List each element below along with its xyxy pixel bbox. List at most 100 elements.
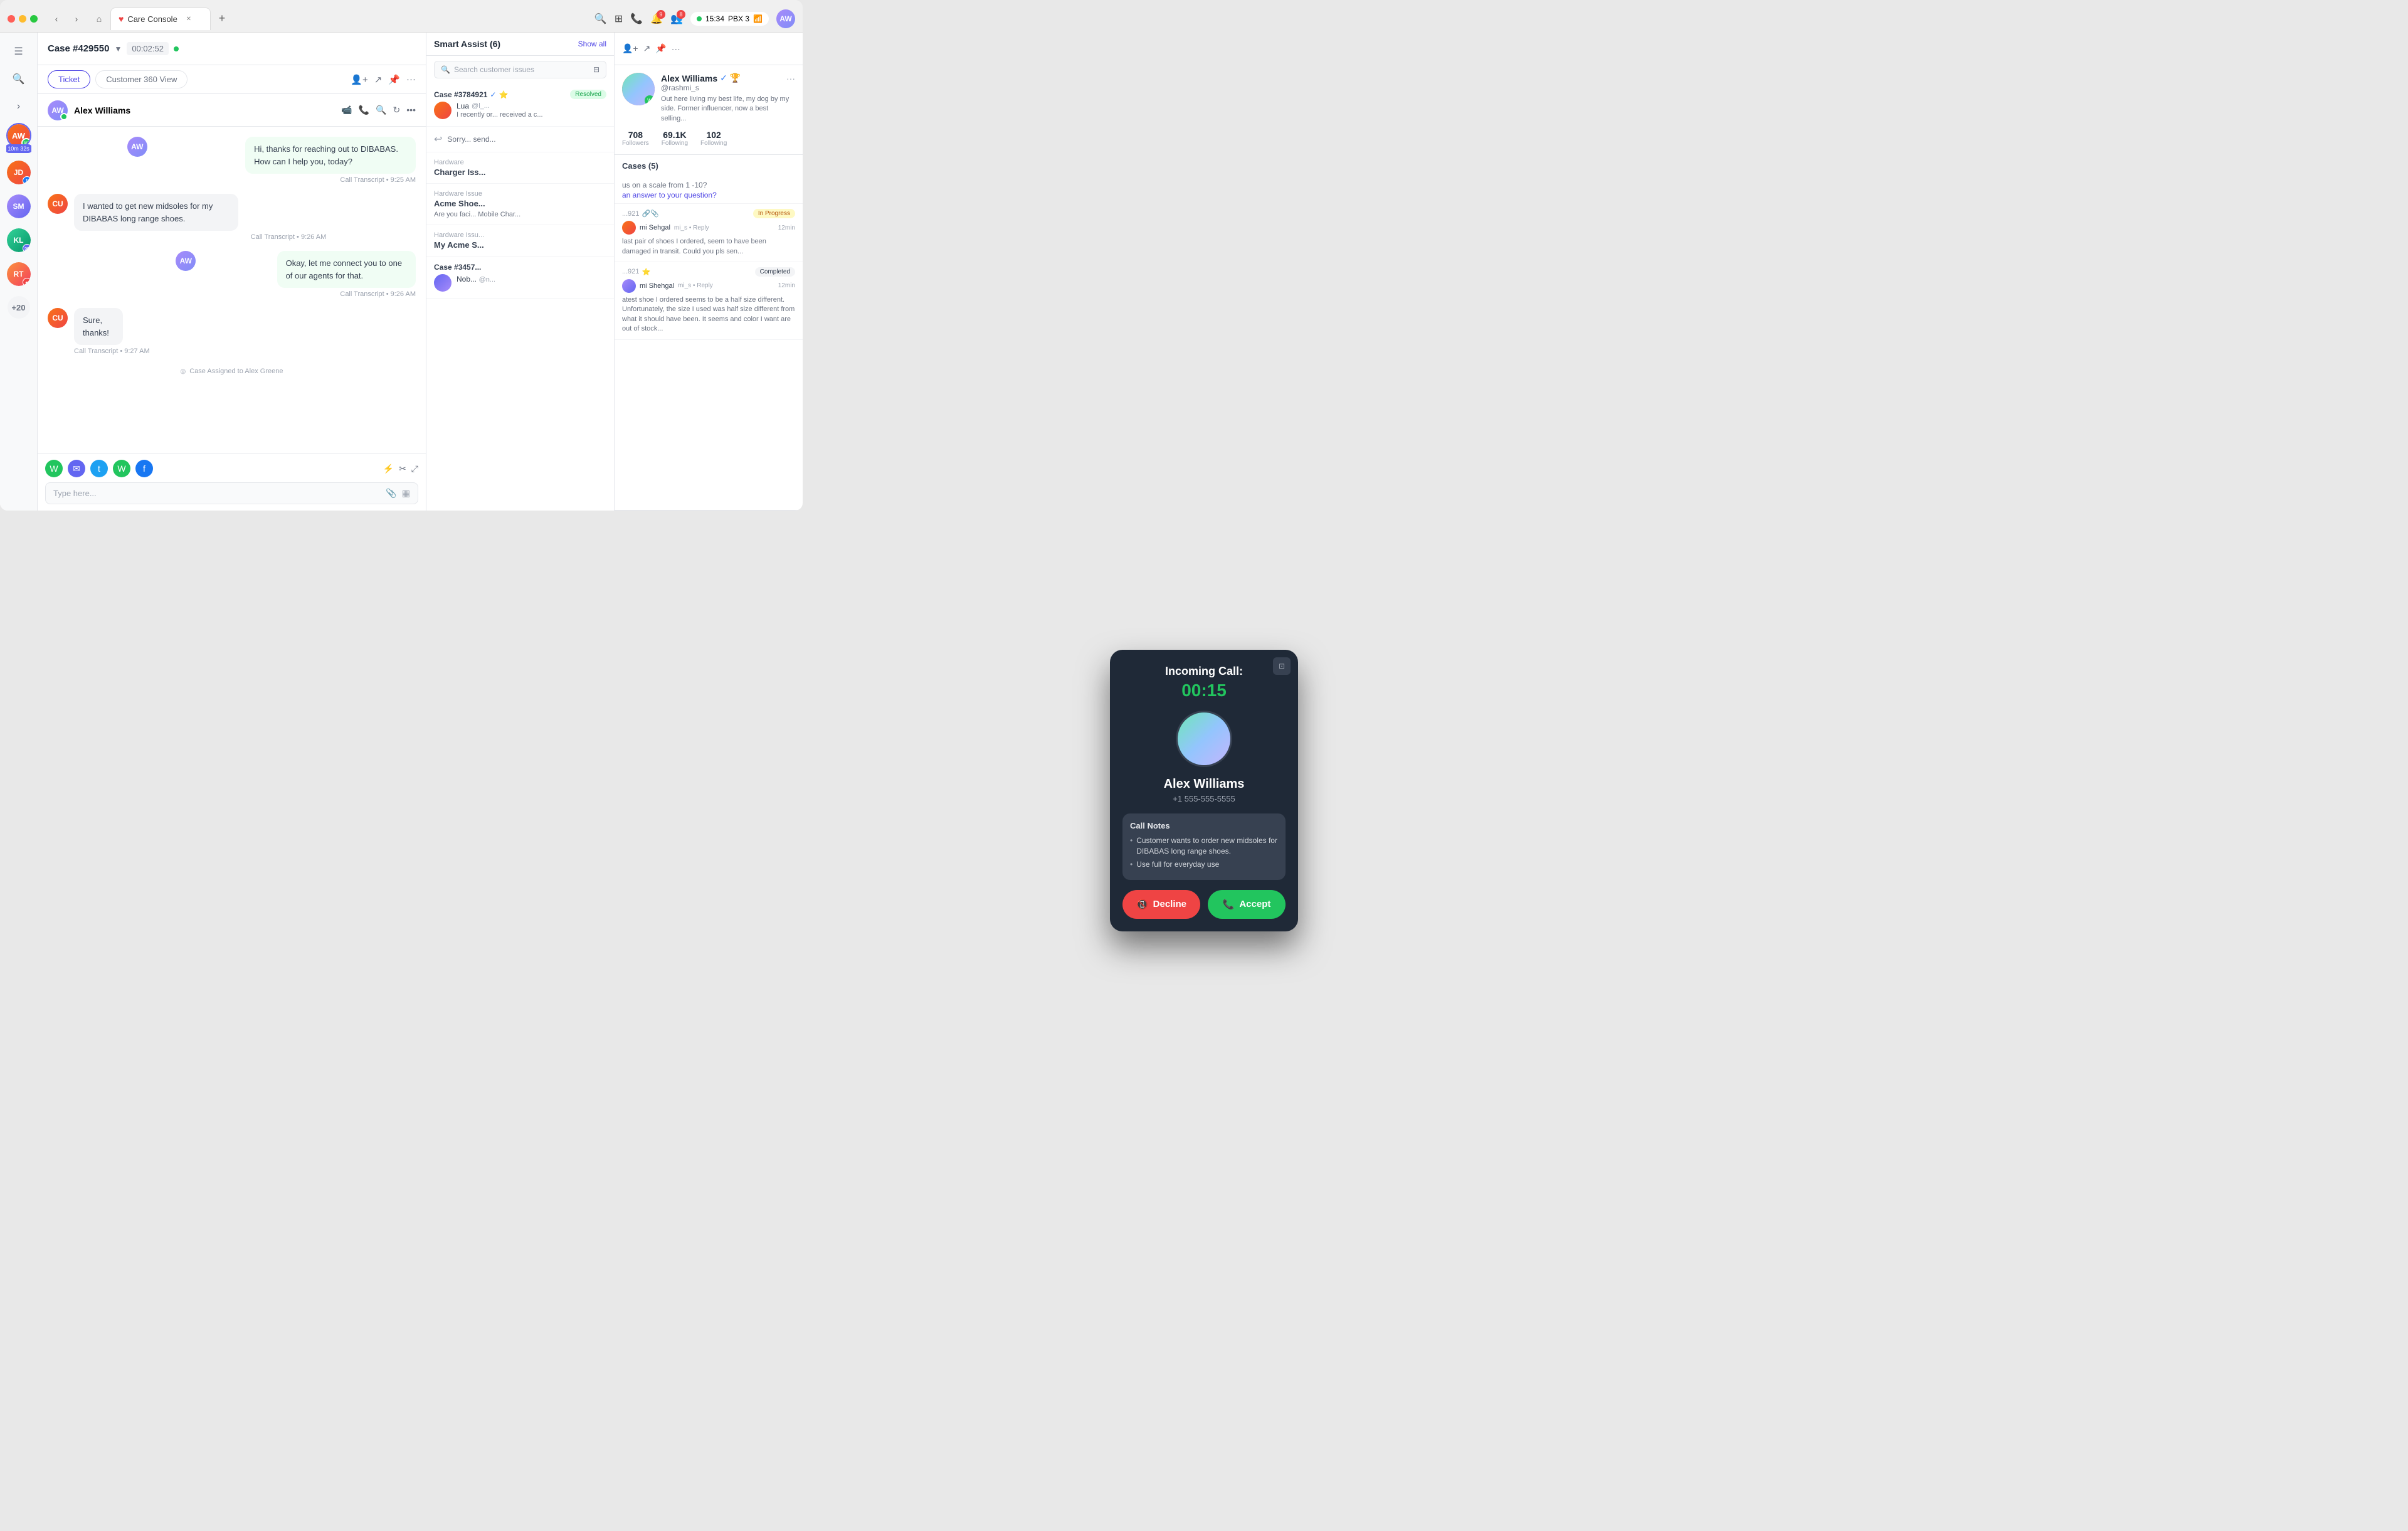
message-row: Okay, let me connect you to one of our a… (48, 251, 416, 298)
decline-icon: 📵 (1136, 899, 1148, 910)
share-icon[interactable]: ↗ (374, 74, 383, 85)
case-avatar (434, 102, 452, 119)
ticket-tab[interactable]: Ticket (48, 70, 90, 88)
c360-case-item-2[interactable]: ...921 ⭐ Completed mi Shehgal mi_s • Rep… (615, 262, 803, 340)
conv-item-3[interactable]: SM (7, 194, 31, 218)
conv-item-5[interactable]: RT ● (7, 262, 31, 286)
cases-list: Case #3784921 ✓ ⭐ Resolved Lua @l_... I … (426, 83, 614, 511)
active-conversation[interactable]: AW W 10m 32s (6, 123, 31, 148)
sms-channel-icon[interactable]: ✉ (68, 460, 85, 477)
browser-search-icon[interactable]: 🔍 (594, 13, 607, 25)
chat-main-header: AW Alex Williams 📹 📞 🔍 ↻ ••• (38, 94, 426, 127)
profile-row: W Alex Williams ✓ 🏆 ··· @rashmi_s Out he… (622, 73, 795, 124)
online-indicator (697, 16, 702, 21)
attachment-icon[interactable]: 📎 (386, 488, 396, 499)
forward-button[interactable]: › (68, 10, 85, 28)
show-all-button[interactable]: Show all (578, 40, 606, 48)
search-input[interactable] (454, 65, 589, 74)
case-timer: 00:02:52 (127, 42, 169, 55)
search-msg-icon[interactable]: 🔍 (376, 105, 386, 115)
conv-item-2[interactable]: JD f (7, 161, 31, 184)
case-name-hardware: Charger Iss... (434, 167, 606, 177)
pin-c360-icon[interactable]: 📌 (655, 43, 666, 54)
browser-grid-icon[interactable]: ⊞ (615, 13, 623, 25)
add-contact-icon[interactable]: 👤+ (622, 43, 638, 54)
modal-collapse-button[interactable]: ⊡ (1273, 657, 1291, 675)
filter-icon[interactable]: ⊟ (593, 65, 599, 74)
home-button[interactable]: ⌂ (90, 10, 108, 28)
expand-icon[interactable]: ⤢ (411, 464, 418, 474)
more-conversations-badge[interactable]: +20 (8, 296, 30, 319)
facebook-channel-icon[interactable]: f (135, 460, 153, 477)
agent-name: Alex Williams (74, 105, 130, 115)
more-c360-icon[interactable]: ··· (672, 44, 680, 54)
new-tab-button[interactable]: + (213, 10, 231, 28)
case-item[interactable]: Case #3784921 ✓ ⭐ Resolved Lua @l_... I … (426, 83, 614, 127)
sidebar-expand-icon[interactable]: › (8, 95, 30, 118)
minimize-button[interactable] (19, 15, 26, 23)
case-name-acme: Acme Shoe... (434, 199, 606, 208)
scissors-icon[interactable]: ✂ (399, 464, 406, 474)
conv-avatar-2[interactable]: JD f (7, 161, 31, 184)
accept-button[interactable]: 📞 Accept (1208, 890, 1286, 919)
header-action-icons: 👤+ ↗ 📌 ··· (351, 74, 416, 85)
more-msg-icon[interactable]: ••• (406, 105, 416, 115)
tab-close-button[interactable]: ✕ (184, 14, 194, 24)
pbx-label: PBX 3 (728, 14, 749, 23)
refresh-icon[interactable]: ↻ (393, 105, 401, 115)
lightning-icon[interactable]: ⚡ (383, 464, 394, 474)
profile-stats: 708 Followers 69.1K Following 102 Follow… (622, 130, 795, 147)
message-input[interactable] (53, 489, 381, 498)
twitter-channel-icon[interactable]: t (90, 460, 108, 477)
case-icon: ◎ (181, 368, 186, 375)
case-item-hardware[interactable]: Hardware Charger Iss... (426, 152, 614, 184)
conv-avatar-3[interactable]: SM (7, 194, 31, 218)
profile-gold-icon: 🏆 (730, 73, 741, 83)
maximize-button[interactable] (30, 15, 38, 23)
user-avatar[interactable]: AW (776, 9, 795, 28)
active-tab[interactable]: ♥ Care Console ✕ (110, 8, 211, 30)
template-icon[interactable]: ▦ (402, 488, 410, 499)
case-handle: @l_... (472, 102, 490, 110)
c360-answer-link[interactable]: an answer to your question? (622, 191, 795, 199)
decline-button[interactable]: 📵 Decline (1122, 890, 1200, 919)
back-button[interactable]: ‹ (48, 10, 65, 28)
search-icon: 🔍 (441, 65, 450, 74)
sidebar-search-icon[interactable]: 🔍 (8, 68, 30, 90)
case-item-3457[interactable]: Case #3457... Nob... @n... (426, 257, 614, 299)
stat-followers: 708 Followers (622, 130, 649, 147)
conv-avatar-4[interactable]: KL ✉ (7, 228, 31, 252)
conv-item-4[interactable]: KL ✉ (7, 228, 31, 252)
add-user-icon[interactable]: 👤+ (351, 74, 367, 85)
call-note-1: • Customer wants to order new midsoles f… (1130, 835, 1278, 857)
case-preview-3457: Nob... @n... (434, 274, 606, 292)
reply-preview: Sorry... send... (447, 135, 495, 144)
bell-notification[interactable]: 🔔9 (650, 13, 663, 25)
voice-call-icon[interactable]: 📞 (359, 105, 369, 115)
case-item-acme[interactable]: Hardware Issue Acme Shoe... Are you faci… (426, 184, 614, 225)
whatsapp2-channel-icon[interactable]: W (113, 460, 130, 477)
decline-label: Decline (1153, 899, 1186, 909)
pin-icon[interactable]: 📌 (388, 74, 400, 85)
close-button[interactable] (8, 15, 15, 23)
whatsapp-channel-icon[interactable]: W (45, 460, 63, 477)
profile-more-icon[interactable]: ··· (786, 73, 795, 83)
msg-content: Okay, let me connect you to one of our a… (202, 251, 416, 298)
more-icon[interactable]: ··· (406, 74, 416, 85)
cases-section: Cases (5) us on a scale from 1 -10? an a… (615, 155, 803, 511)
case-item-reply[interactable]: ↩ Sorry... send... (426, 127, 614, 152)
case-avatar-3457 (434, 274, 452, 292)
video-call-icon[interactable]: 📹 (341, 105, 352, 115)
sidebar-menu-icon[interactable]: ☰ (8, 40, 30, 63)
case-chevron-icon[interactable]: ▼ (114, 45, 122, 53)
conv-avatar-5[interactable]: RT ● (7, 262, 31, 286)
c360-tab[interactable]: Customer 360 View (95, 70, 187, 88)
time-badge: 10m 32s (6, 144, 31, 153)
case-item-myacme[interactable]: Hardware Issu... My Acme S... (426, 225, 614, 257)
msg-meta: Call Transcript • 9:25 AM (340, 176, 416, 184)
browser-phone-icon[interactable]: 📞 (630, 13, 643, 25)
note-bullet-2: • (1130, 859, 1133, 870)
c360-case-item-1[interactable]: ...921 🔗📎 In Progress mi Sehgal mi_s • R… (615, 204, 803, 262)
users-notification[interactable]: 👥8 (670, 13, 683, 25)
share-c360-icon[interactable]: ↗ (643, 43, 651, 54)
